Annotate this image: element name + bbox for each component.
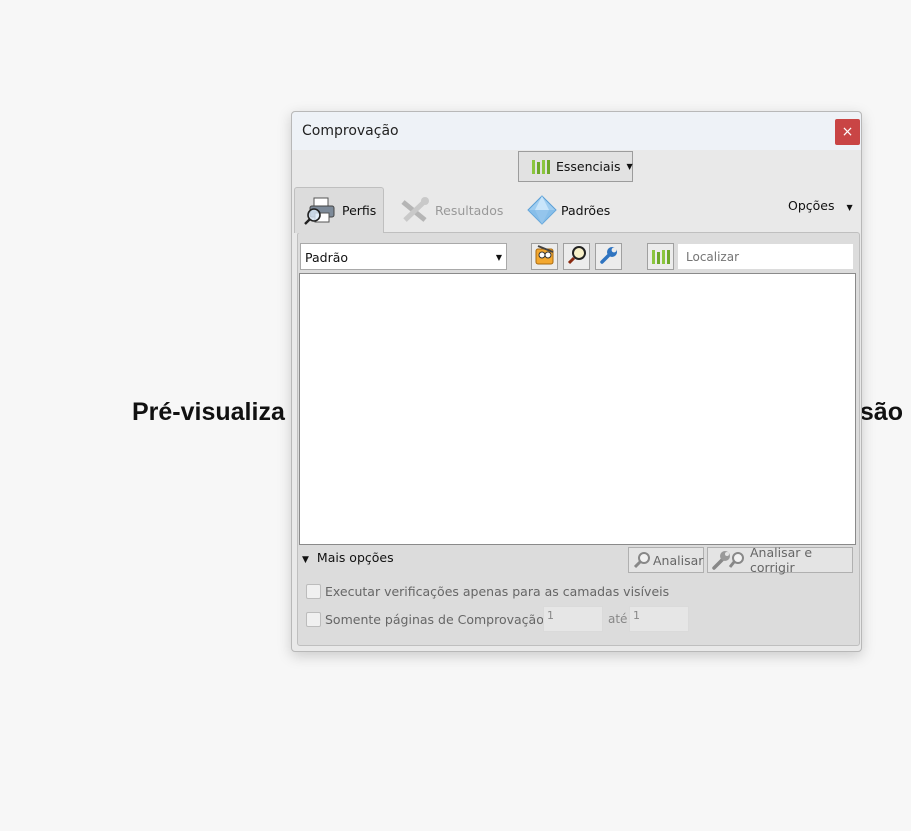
tab-padroes[interactable]: Padrões — [527, 187, 610, 233]
mais-opcoes-label: Mais opções — [316, 550, 394, 565]
opcoes-menu[interactable]: Opções ▼ — [788, 198, 853, 213]
mais-opcoes-toggle[interactable]: ▼ Mais opções — [302, 550, 394, 565]
pages-option[interactable]: Somente páginas de Comprovação — [306, 612, 544, 627]
chevron-down-icon: ▼ — [626, 162, 633, 171]
edit-profile-button[interactable] — [595, 243, 622, 270]
preview-heading-start: Pré-visualiza — [132, 398, 285, 426]
page-to-field[interactable]: 1 — [629, 606, 689, 632]
library-button[interactable] — [647, 243, 674, 270]
profile-select-value: Padrão — [305, 250, 349, 265]
opcoes-label: Opções — [788, 198, 835, 213]
page-from-field[interactable]: 1 — [543, 606, 603, 632]
dialog-title: Comprovação — [302, 123, 399, 139]
analisar-label: Analisar — [653, 552, 704, 568]
profile-list[interactable] — [299, 273, 856, 545]
triangle-down-icon: ▼ — [302, 555, 309, 565]
dialog-titlebar[interactable]: Comprovação × — [292, 112, 861, 150]
essenciais-dropdown[interactable]: Essenciais ▼ — [518, 151, 633, 182]
page-to-label: até — [608, 612, 628, 626]
printer-magnifier-icon — [304, 196, 338, 226]
tab-perfis-label: Perfis — [342, 203, 377, 218]
profile-category-select[interactable]: Padrão ▼ — [300, 243, 507, 270]
page-to-value: 1 — [633, 609, 640, 622]
create-profile-button[interactable] — [531, 243, 558, 270]
visible-layers-label: Executar verificações apenas para as cam… — [325, 584, 670, 599]
wrench-icon — [599, 245, 619, 269]
library-icon — [651, 249, 670, 264]
diamond-icon — [527, 195, 557, 225]
magnifier-icon — [567, 245, 587, 269]
analisar-button[interactable]: Analisar — [628, 547, 704, 573]
chevron-down-icon: ▼ — [846, 203, 853, 212]
wrench-magnifier-icon — [712, 550, 748, 570]
search-input[interactable] — [678, 244, 853, 269]
tab-perfis[interactable]: Perfis — [294, 187, 384, 233]
close-button[interactable]: × — [835, 119, 860, 145]
wrench-cross-icon — [399, 196, 431, 224]
preflight-dialog: Comprovação × Essenciais ▼ Perfis Result… — [291, 111, 862, 652]
profile-wizard-icon — [534, 244, 556, 270]
analisar-corrigir-label: Analisar e corrigir — [750, 545, 813, 575]
find-profile-button[interactable] — [563, 243, 590, 270]
essenciais-label: Essenciais — [556, 159, 621, 174]
library-icon — [532, 159, 550, 174]
tab-resultados[interactable]: Resultados — [399, 187, 503, 233]
page-from-value: 1 — [547, 609, 554, 622]
chevron-down-icon: ▼ — [495, 253, 502, 262]
magnifier-icon — [633, 551, 651, 569]
pages-checkbox[interactable] — [306, 612, 321, 627]
preview-heading-end: são — [859, 398, 903, 426]
tab-resultados-label: Resultados — [435, 202, 504, 218]
close-icon: × — [841, 124, 854, 140]
visible-layers-checkbox[interactable] — [306, 584, 321, 599]
pages-label: Somente páginas de Comprovação — [325, 612, 544, 627]
tab-padroes-label: Padrões — [561, 202, 611, 218]
analisar-corrigir-button[interactable]: Analisar e corrigir — [707, 545, 853, 575]
visible-layers-option[interactable]: Executar verificações apenas para as cam… — [306, 584, 669, 599]
